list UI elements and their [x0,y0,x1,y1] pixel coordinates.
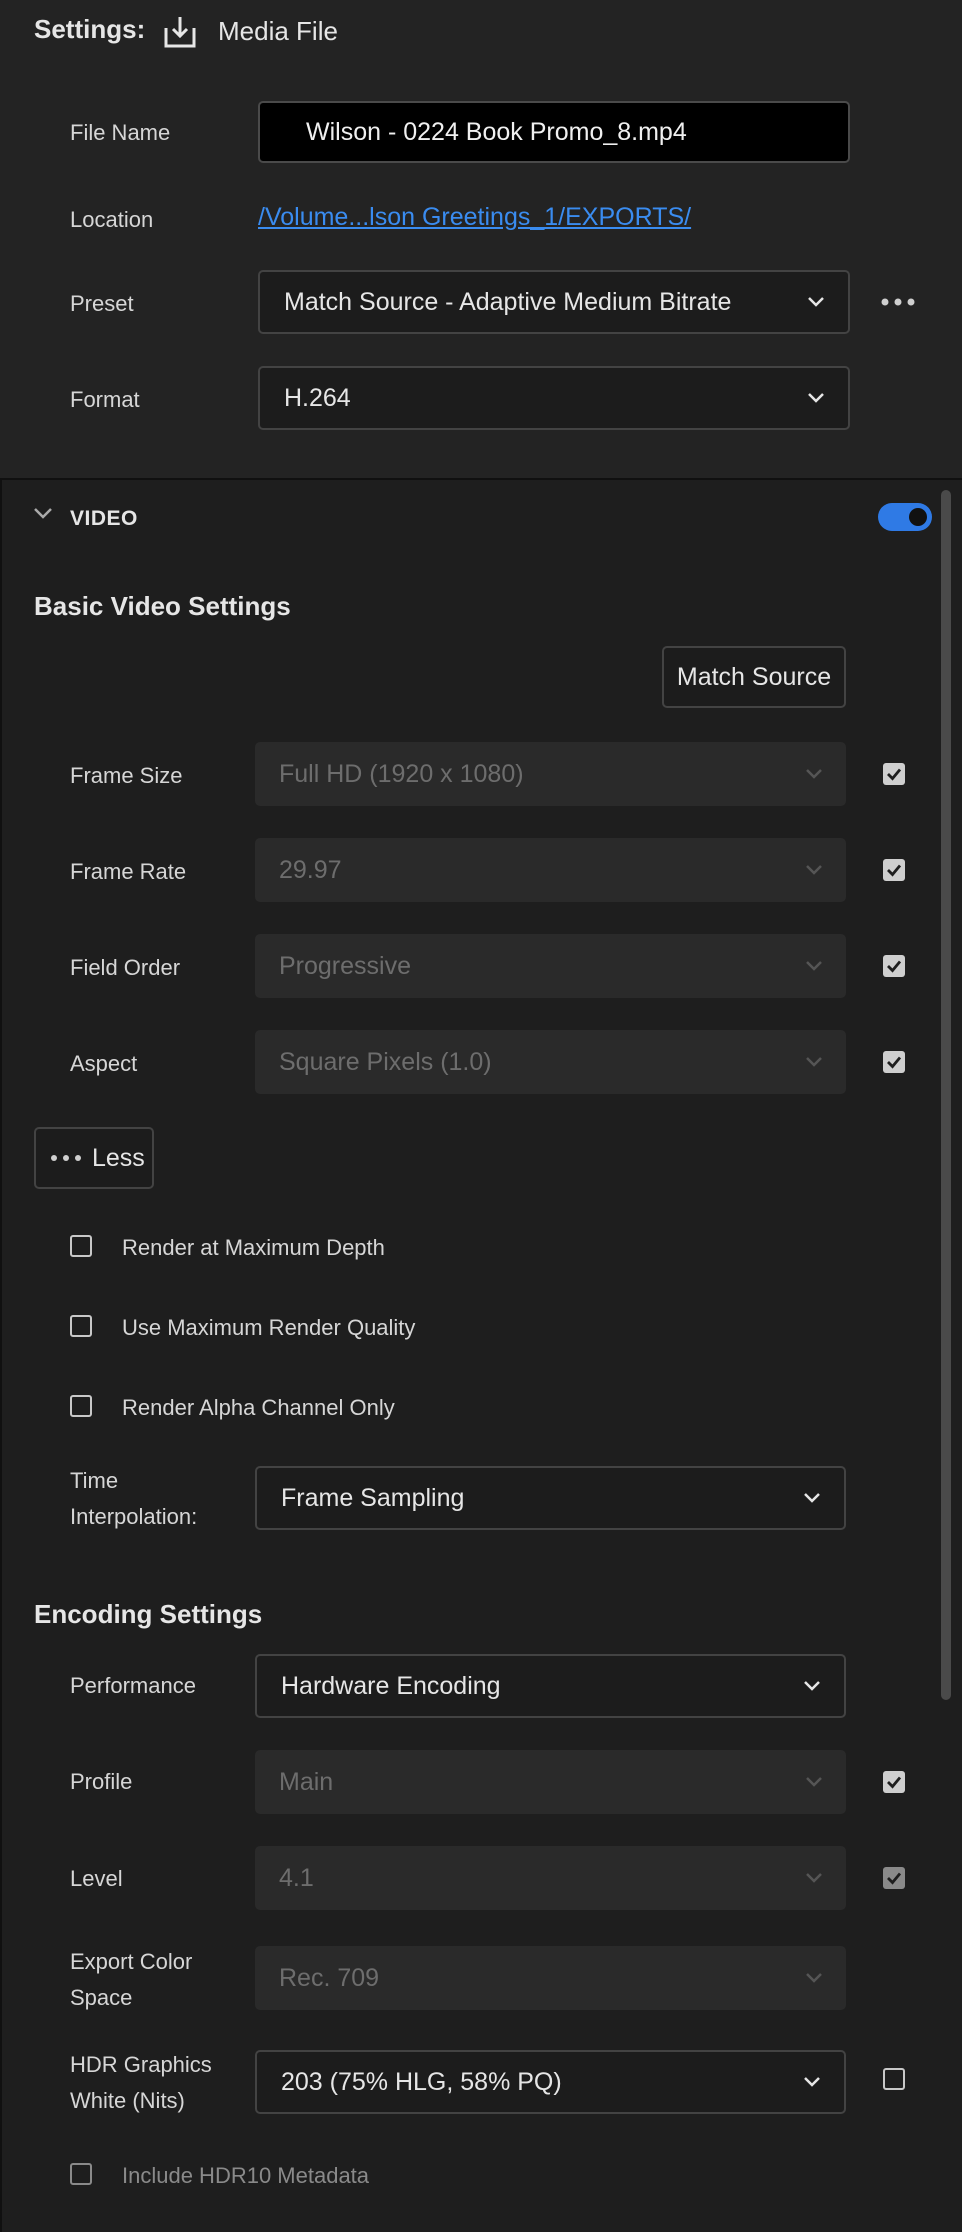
alpha-only-checkbox[interactable] [70,1395,92,1417]
max-render-quality-checkbox[interactable] [70,1315,92,1337]
checkmark-icon [887,960,902,973]
frame-rate-label: Frame Rate [70,859,187,884]
time-interpolation-value: Frame Sampling [281,1483,465,1512]
chevron-down-icon [806,865,822,875]
checkmark-icon [887,1776,902,1789]
checkmark-icon [887,1872,902,1885]
hdr-white-value: 203 (75% HLG, 58% PQ) [281,2067,562,2096]
time-interpolation-label-line2: Interpolation: [70,1504,198,1529]
location-link[interactable]: /Volume...lson Greetings_1/EXPORTS/ [258,203,691,232]
profile-dropdown[interactable]: Main [255,1750,846,1814]
field-order-checkbox[interactable] [883,955,905,977]
frame-size-checkbox[interactable] [883,763,905,785]
field-order-dropdown[interactable]: Progressive [255,934,846,998]
field-order-label: Field Order [70,955,181,980]
less-label: Less [92,1143,145,1172]
aspect-value: Square Pixels (1.0) [279,1047,492,1076]
export-color-space-label-line1: Export Color [70,1949,193,1974]
frame-rate-value: 29.97 [279,855,342,884]
chevron-down-icon [806,1873,822,1883]
performance-label: Performance [70,1673,196,1698]
video-toggle[interactable] [878,503,932,531]
field-order-value: Progressive [279,951,411,980]
preset-label: Preset [70,291,134,316]
level-dropdown[interactable]: 4.1 [255,1846,846,1910]
format-dropdown[interactable]: H.264 [258,366,850,430]
alpha-only-label: Render Alpha Channel Only [122,1395,395,1420]
frame-rate-dropdown[interactable]: 29.97 [255,838,846,902]
more-horizontal-icon[interactable] [880,292,916,312]
aspect-dropdown[interactable]: Square Pixels (1.0) [255,1030,846,1094]
chevron-down-icon [806,961,822,971]
settings-subtitle: Media File [218,16,338,46]
file-name-input[interactable]: Wilson - 0224 Book Promo_8.mp4 [258,101,850,163]
panel-edge [0,478,2,2232]
basic-video-settings-title: Basic Video Settings [34,591,291,621]
max-render-quality-label: Use Maximum Render Quality [122,1315,416,1340]
chevron-down-icon [808,297,824,307]
encoding-settings-title: Encoding Settings [34,1599,263,1629]
time-interpolation-label-line1: Time [70,1468,119,1493]
settings-title: Settings: [34,14,146,44]
preset-dropdown[interactable]: Match Source - Adaptive Medium Bitrate [258,270,850,334]
chevron-down-icon [806,769,822,779]
video-section-label: VIDEO [70,507,138,530]
chevron-down-icon [808,393,824,403]
collapse-chevron-icon[interactable] [32,505,54,523]
export-color-space-value: Rec. 709 [279,1963,380,1992]
performance-dropdown[interactable]: Hardware Encoding [255,1654,846,1718]
checkmark-icon [887,768,902,781]
render-max-depth-label: Render at Maximum Depth [122,1235,385,1260]
frame-size-dropdown[interactable]: Full HD (1920 x 1080) [255,742,846,806]
chevron-down-icon [804,1493,820,1503]
hdr10-metadata-checkbox[interactable] [70,2163,92,2185]
location-label: Location [70,207,154,232]
profile-label: Profile [70,1769,133,1794]
preset-value: Match Source - Adaptive Medium Bitrate [284,287,732,316]
export-color-space-dropdown[interactable]: Rec. 709 [255,1946,846,2010]
less-button[interactable]: Less [34,1127,154,1189]
time-interpolation-dropdown[interactable]: Frame Sampling [255,1466,846,1530]
hdr-white-label-line2: White (Nits) [70,2088,185,2113]
hdr-white-label-line1: HDR Graphics [70,2052,212,2077]
download-icon[interactable] [162,14,198,50]
chevron-down-icon [806,1057,822,1067]
hdr-white-label: HDR Graphics White (Nits) [70,2047,212,2119]
format-value: H.264 [284,383,351,412]
scrollbar-thumb[interactable] [941,490,951,1700]
chevron-down-icon [806,1973,822,1983]
toggle-knob [909,508,927,526]
frame-size-value: Full HD (1920 x 1080) [279,759,524,788]
aspect-label: Aspect [70,1051,138,1076]
export-color-space-label-line2: Space [70,1985,133,2010]
hdr-white-dropdown[interactable]: 203 (75% HLG, 58% PQ) [255,2050,846,2114]
frame-rate-checkbox[interactable] [883,859,905,881]
render-max-depth-checkbox[interactable] [70,1235,92,1257]
file-name-value: Wilson - 0224 Book Promo_8.mp4 [306,117,687,146]
aspect-checkbox[interactable] [883,1051,905,1073]
file-name-label: File Name [70,120,171,145]
chevron-down-icon [804,1681,820,1691]
section-divider [0,478,962,480]
more-horizontal-icon [51,1155,81,1161]
time-interpolation-label: Time Interpolation: [70,1463,197,1535]
level-value: 4.1 [279,1863,314,1892]
level-checkbox[interactable] [883,1867,905,1889]
level-label: Level [70,1866,123,1891]
performance-value: Hardware Encoding [281,1671,501,1700]
format-label: Format [70,387,140,412]
profile-value: Main [279,1767,334,1796]
frame-size-label: Frame Size [70,763,183,788]
export-settings-panel: Settings: Media File File Name Wilson - … [0,0,962,2232]
export-color-space-label: Export Color Space [70,1944,192,2016]
profile-checkbox[interactable] [883,1771,905,1793]
hdr-white-checkbox[interactable] [883,2068,905,2090]
checkmark-icon [887,864,902,877]
match-source-button[interactable]: Match Source [662,646,846,708]
checkmark-icon [887,1056,902,1069]
chevron-down-icon [804,2077,820,2087]
chevron-down-icon [806,1777,822,1787]
hdr10-metadata-label: Include HDR10 Metadata [122,2163,370,2188]
